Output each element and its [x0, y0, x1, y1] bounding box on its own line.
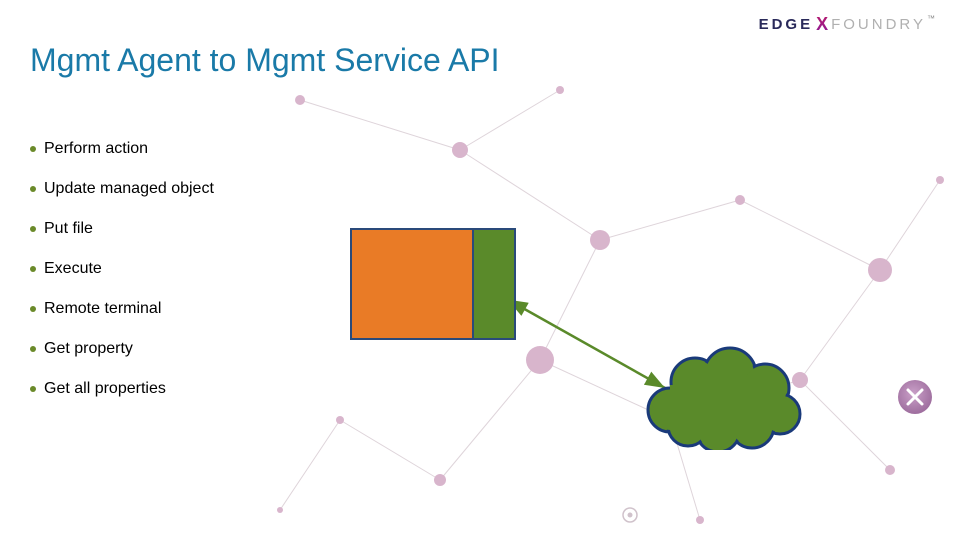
diagram-box-orange	[350, 228, 474, 340]
x-badge-icon	[898, 380, 932, 414]
cloud-icon	[640, 340, 810, 450]
diagram-box-green	[472, 228, 516, 340]
